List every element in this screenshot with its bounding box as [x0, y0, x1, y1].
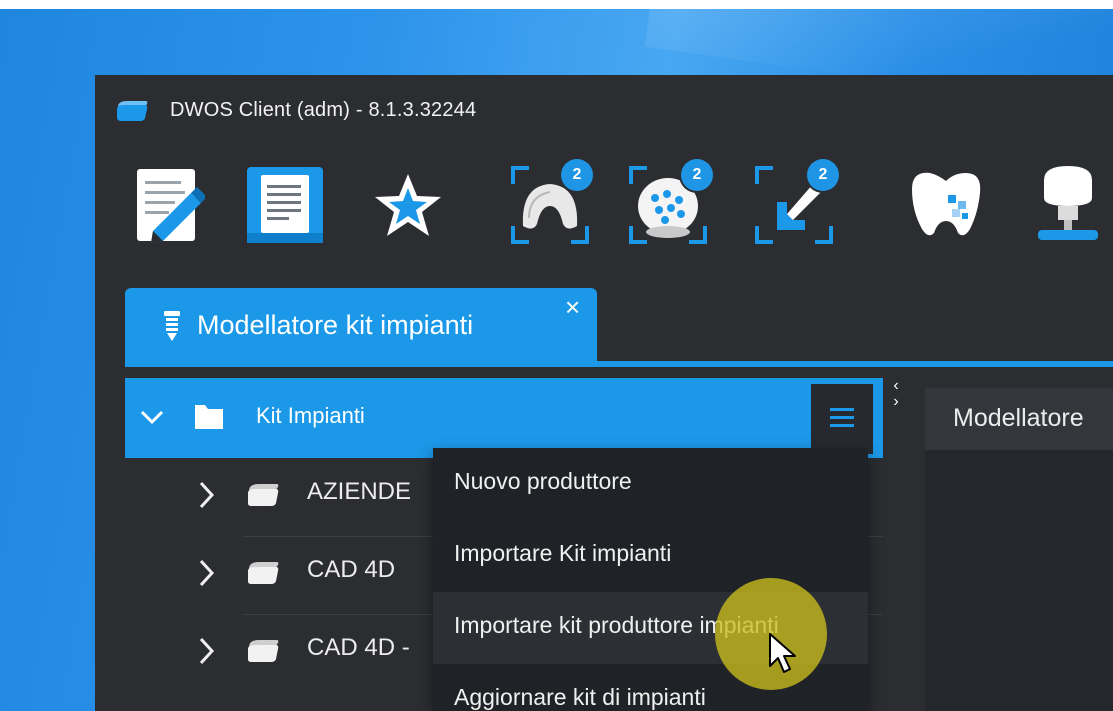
panel-splitter-handle[interactable]: ‹ › — [890, 378, 902, 438]
modeler-panel-header: Modellatore — [925, 388, 1113, 450]
order-list-button[interactable] — [240, 157, 330, 253]
document-tabs: Modellatore kit impianti × — [95, 288, 1113, 361]
tab-label: Modellatore kit impianti — [197, 310, 474, 340]
scan-model-button[interactable]: 2 — [623, 157, 713, 253]
title-bar: DWOS Client (adm) - 8.1.3.32244 — [95, 75, 1113, 147]
menu-item-nuovo-produttore[interactable]: Nuovo produttore — [433, 448, 868, 520]
window-title: DWOS Client (adm) - 8.1.3.32244 — [170, 99, 477, 121]
tab-underline — [125, 361, 1113, 367]
order-list-icon — [243, 163, 327, 247]
menu-item-label: Aggiornare kit di impianti — [454, 684, 706, 710]
star-favorite-icon — [371, 170, 445, 240]
modeler-panel: Modellatore — [925, 388, 1113, 711]
tree-root-label: Kit Impianti — [256, 403, 365, 428]
modeler-panel-title: Modellatore — [953, 404, 1084, 432]
menu-item-importare-kit-impianti[interactable]: Importare Kit impianti — [433, 520, 868, 592]
collapse-arrows-icon: ‹ › — [893, 377, 899, 410]
scan-jaw-button[interactable]: 2 — [505, 157, 595, 253]
edit-order-button[interactable] — [123, 157, 213, 253]
implant-icon — [161, 309, 183, 348]
main-toolbar: 2 2 2 — [95, 157, 1113, 257]
hamburger-menu-icon — [828, 405, 856, 434]
chevron-right-icon[interactable] — [197, 558, 215, 593]
import-badge: 2 — [807, 159, 839, 191]
manufacturer-icon — [245, 559, 281, 592]
scan-jaw-badge: 2 — [561, 159, 593, 191]
crown-icon — [904, 165, 988, 245]
menu-item-label: Importare Kit impianti — [454, 540, 672, 566]
top-strip — [0, 0, 1113, 9]
manufacturer-icon — [245, 637, 281, 670]
dwos-logo-icon — [115, 99, 149, 121]
implant-abutment-button[interactable] — [1023, 157, 1113, 253]
chevron-down-icon[interactable] — [139, 404, 165, 435]
tree-menu-button[interactable] — [811, 384, 873, 454]
tree-root-kit-impianti[interactable]: Kit Impianti — [125, 378, 883, 458]
crown-button[interactable] — [901, 157, 991, 253]
chevron-right-icon[interactable] — [197, 480, 215, 515]
folder-icon — [193, 401, 225, 436]
tree-item-label: CAD 4D - — [307, 634, 410, 661]
tab-close-button[interactable]: × — [565, 294, 580, 320]
favorites-button[interactable] — [363, 157, 453, 253]
import-button[interactable]: 2 — [749, 157, 839, 253]
menu-item-label: Nuovo produttore — [454, 468, 632, 494]
tab-modellatore-kit-impianti[interactable]: Modellatore kit impianti × — [125, 288, 597, 361]
tree-item-label: CAD 4D — [307, 556, 396, 583]
edit-order-icon — [131, 165, 205, 245]
chevron-right-icon[interactable] — [197, 636, 215, 671]
mouse-pointer-icon — [768, 632, 798, 681]
scan-model-badge: 2 — [681, 159, 713, 191]
tree-item-label: AZIENDE — [307, 478, 412, 505]
app-window: DWOS Client (adm) - 8.1.3.32244 2 2 2 Mo… — [95, 75, 1113, 711]
implant-abutment-icon — [1028, 162, 1108, 248]
manufacturer-icon — [245, 481, 281, 514]
